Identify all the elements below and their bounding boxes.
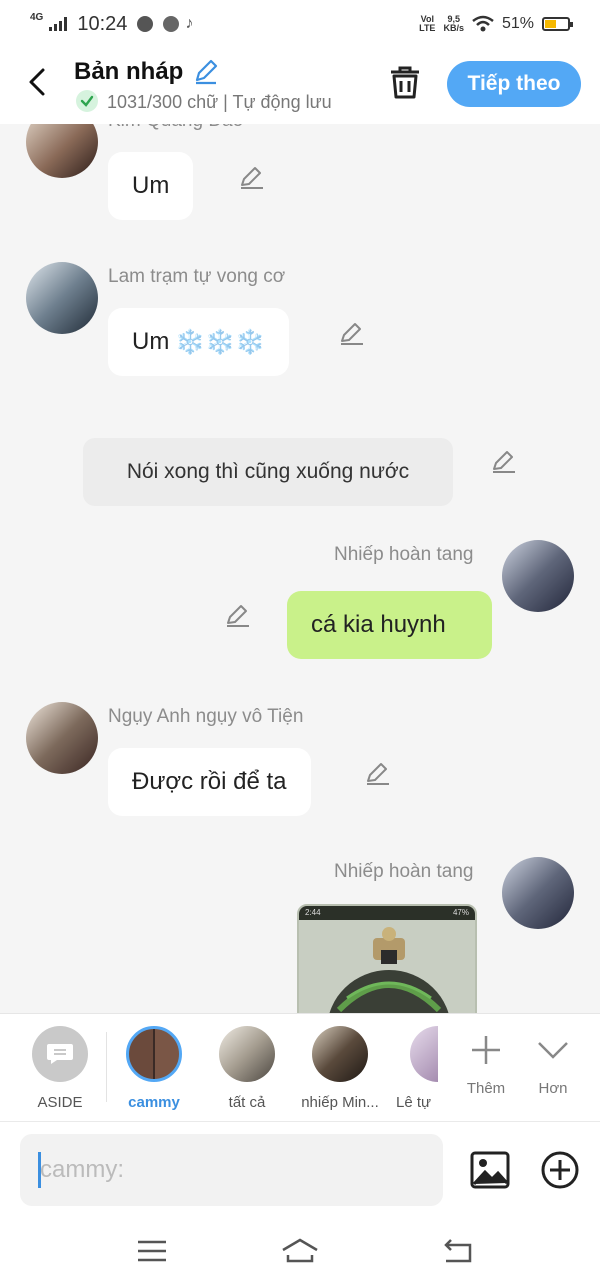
back-nav-icon[interactable] [438,1235,478,1267]
more-button[interactable]: Hơn [523,1028,583,1097]
character-selector: ASIDE cammy tất cả nhiếp Min... Lê tự Th… [0,1013,600,1121]
message-bubble[interactable]: Um [108,152,194,220]
avatar[interactable] [26,262,98,334]
battery-icon [542,17,573,31]
screenshot-status-bar: 2:44 47% [299,906,475,920]
snowflake-emoji: ❄️❄️❄️ [175,328,265,356]
chat-area[interactable]: Kim Quang Dao Um Lam trạm tự vong cơ Um … [0,124,600,1013]
plus-icon [472,1036,500,1064]
more-label: Hơn [538,1080,568,1097]
edit-message-icon[interactable] [224,602,252,630]
signal-icon [49,17,68,31]
message-bubble[interactable]: Um ❄️❄️❄️ [108,308,289,376]
aside-text: Nói xong thì cũng xuống nước [126,460,410,483]
add-circle-icon[interactable] [540,1150,580,1190]
app-header: Bản nháp 1031/300 chữ | Tự động lưu Tiếp… [0,48,600,124]
app-notification-icon [137,16,154,32]
edit-message-icon[interactable] [338,320,366,348]
network-type: 4G [30,12,44,23]
chevron-down-icon [538,1042,568,1059]
avatar [312,1026,368,1082]
message-input[interactable] [20,1134,443,1206]
image-message[interactable]: 2:44 47% [297,904,477,1013]
battery-percent: 51% [501,15,534,32]
message-text: Được rồi để ta [132,768,287,795]
back-icon[interactable] [22,66,54,98]
character-aside[interactable]: ASIDE [15,1026,105,1111]
wifi-icon [472,15,494,32]
system-nav-bar [0,1217,600,1287]
add-character-button[interactable]: Thêm [456,1028,516,1097]
speaker-name: Nhiếp hoàn tang [334,544,474,565]
character-label: nhiếp Min... [301,1094,379,1111]
edit-message-icon[interactable] [364,760,392,788]
speaker-name: Nhiếp hoàn tang [334,861,474,882]
speaker-name: Ngụy Anh ngụy vô Tiện [108,706,304,727]
word-count-status: 1031/300 chữ | Tự động lưu [107,92,332,112]
edit-title-icon[interactable] [192,58,220,86]
menu-icon[interactable] [132,1235,172,1267]
image-icon[interactable] [470,1150,510,1190]
avatar [219,1026,275,1082]
character-tat-ca[interactable]: tất cả [202,1026,292,1111]
character-label: Lê tự [396,1094,432,1111]
message-bubble[interactable]: Được rồi để ta [108,748,311,816]
avatar[interactable] [26,124,98,178]
page-title: Bản nháp [74,58,184,85]
add-label: Thêm [466,1080,506,1097]
character-label: ASIDE [37,1094,83,1111]
avatar[interactable] [502,857,574,929]
character-cammy[interactable]: cammy [109,1026,199,1111]
trash-icon[interactable] [386,63,424,101]
volte-indicator: Vol LTE [419,14,436,33]
messenger-icon [163,16,180,32]
aside-narration[interactable]: Nói xong thì cũng xuống nước [83,438,453,506]
message-bubble[interactable]: cá kia huynh [287,591,492,659]
next-button[interactable]: Tiếp theo [447,61,581,107]
aside-icon [32,1026,88,1082]
network-speed: 9,5 KB/s [443,14,464,33]
text-cursor [38,1152,41,1188]
avatar[interactable] [502,540,574,612]
edit-message-icon[interactable] [238,164,266,192]
status-bar: 4G 10:24 ♪ Vol LTE 9,5 KB/s 51% [0,0,600,48]
character-label: tất cả [228,1094,266,1111]
avatar [126,1026,182,1082]
avatar[interactable] [26,702,98,774]
avatar [410,1026,438,1082]
speaker-name: Kim Quang Dao [108,124,243,132]
saved-check-icon [76,90,98,112]
home-icon[interactable] [280,1235,320,1267]
divider [106,1032,107,1102]
character-le-tu[interactable]: Lê tự [380,1026,440,1111]
character-illustration [299,920,475,1013]
tiktok-icon: ♪ [185,15,194,32]
compose-bar [0,1121,600,1217]
message-text: cá kia huynh [311,611,446,638]
edit-message-icon[interactable] [490,448,518,476]
character-nhiep-minh[interactable]: nhiếp Min... [295,1026,385,1111]
message-text: Um [132,172,170,199]
message-text: Um [132,328,170,355]
clock: 10:24 [77,12,128,35]
character-label: cammy [128,1094,180,1111]
speaker-name: Lam trạm tự vong cơ [108,266,286,287]
